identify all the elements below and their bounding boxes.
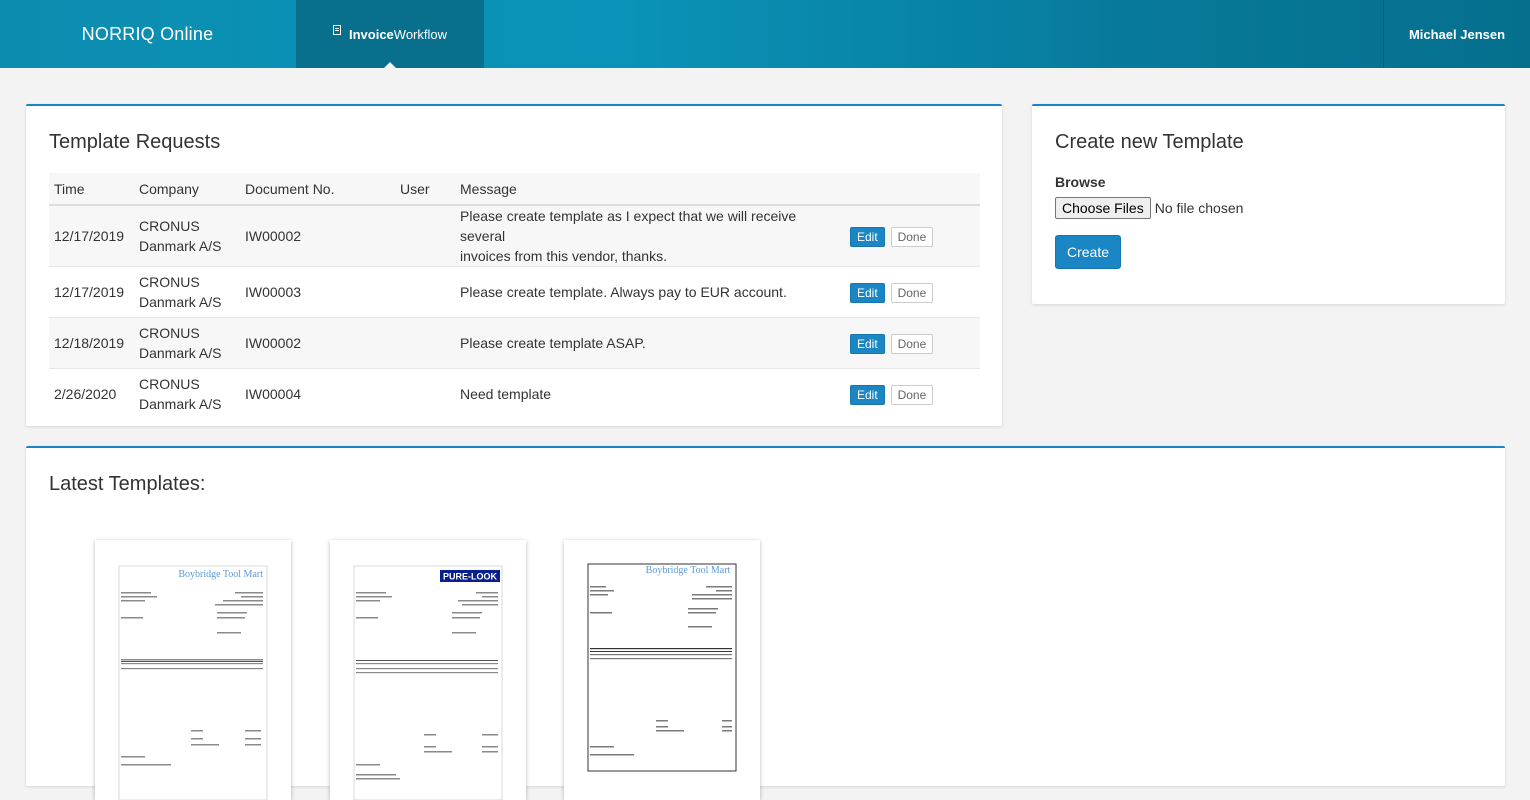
edit-button[interactable]: Edit: [850, 282, 885, 303]
template-thumbnail[interactable]: Boybridge Tool Mart: [564, 540, 760, 800]
cell-message: Please create template ASAP.: [455, 317, 845, 369]
cell-company: CRONUS Danmark A/S: [134, 317, 240, 369]
nav-tab-invoice-workflow[interactable]: Invoice Workflow: [296, 0, 484, 68]
choose-files-button[interactable]: Choose Files: [1055, 197, 1151, 219]
cell-user: [395, 368, 455, 420]
company-line-1: CRONUS: [139, 218, 200, 234]
cell-time: 2/26/2020: [49, 368, 134, 420]
cell-time: 12/18/2019: [49, 317, 134, 369]
table-row: 12/17/2019 CRONUS Danmark A/S IW00003 Ple…: [49, 266, 980, 318]
done-button[interactable]: Done: [890, 282, 934, 303]
template-thumbnail[interactable]: Boybridge Tool Mart: [95, 540, 291, 800]
invoice-preview-image: PURE-LOOK: [353, 565, 503, 800]
message-line-2: invoices from this vendor, thanks.: [460, 248, 667, 264]
company-line-1: CRONUS: [139, 376, 200, 393]
column-header-document-no[interactable]: Document No.: [240, 173, 395, 206]
done-button[interactable]: Done: [890, 384, 934, 405]
cell-company: CRONUS Danmark A/S: [134, 266, 240, 318]
template-thumbnail[interactable]: PURE-LOOK: [330, 540, 526, 800]
vendor-name-text: Boybridge Tool Mart: [646, 565, 731, 576]
cell-time: 12/17/2019: [49, 266, 134, 318]
invoice-preview-image: Boybridge Tool Mart: [587, 563, 737, 772]
invoice-preview-image: Boybridge Tool Mart: [118, 565, 268, 800]
create-button[interactable]: Create: [1055, 235, 1121, 269]
cell-document-no: IW00004: [240, 368, 395, 420]
cell-company: CRONUS Danmark A/S: [134, 368, 240, 420]
company-line-1: CRONUS: [139, 274, 200, 290]
browse-label: Browse: [1055, 174, 1106, 190]
cell-document-no: IW00003: [240, 266, 395, 318]
user-menu[interactable]: Michael Jensen: [1383, 0, 1530, 68]
nav-tab-label-rest: Workflow: [393, 26, 447, 42]
edit-button[interactable]: Edit: [850, 333, 885, 354]
no-file-chosen-text: No file chosen: [1154, 200, 1244, 216]
column-header-message[interactable]: Message: [455, 173, 845, 206]
done-button[interactable]: Done: [890, 333, 934, 354]
latest-templates-panel: Latest Templates: Boybridge Tool Mart PU…: [26, 446, 1505, 800]
table-row: 12/18/2019 CRONUS Danmark A/S IW00002 Ple…: [49, 317, 980, 369]
cell-message: Need template: [455, 368, 845, 420]
table-row: 2/26/2020 CRONUS Danmark A/S IW00004 Need…: [49, 368, 980, 420]
create-template-panel: Create new Template Browse Choose Files …: [1032, 104, 1505, 304]
panel-title: Latest Templates:: [49, 473, 206, 495]
cell-time: 12/17/2019: [49, 205, 134, 267]
cell-actions: Edit Done: [845, 368, 980, 420]
cell-company: CRONUS Danmark A/S: [134, 205, 240, 267]
column-header-time[interactable]: Time: [49, 173, 134, 206]
active-tab-caret-icon: [384, 62, 396, 68]
cell-actions: Edit Done: [845, 266, 980, 318]
table-header-row: Time Company Document No. User Message: [49, 173, 980, 206]
column-header-company[interactable]: Company: [134, 173, 240, 206]
requests-table: Time Company Document No. User Message 1…: [49, 173, 980, 420]
company-line-2: Danmark A/S: [139, 345, 222, 361]
panel-title: Template Requests: [49, 131, 221, 153]
cell-document-no: IW00002: [240, 205, 395, 267]
top-bar: NORRIQ Online Invoice Workflow Michael Je…: [0, 0, 1530, 68]
nav-tab-label-bold: Invoice: [348, 26, 394, 42]
company-line-2: Danmark A/S: [139, 396, 222, 413]
column-header-actions: [845, 173, 980, 206]
cell-actions: Edit Done: [845, 317, 980, 369]
vendor-name-text: PURE-LOOK: [443, 572, 498, 582]
brand-logo[interactable]: NORRIQ Online: [0, 0, 295, 68]
template-requests-panel: Template Requests Time Company Document …: [26, 104, 1002, 426]
company-line-2: Danmark A/S: [139, 294, 222, 310]
cell-user: [395, 205, 455, 267]
vendor-name-text: Boybridge Tool Mart: [178, 569, 263, 580]
column-header-user[interactable]: User: [395, 173, 455, 206]
done-button[interactable]: Done: [890, 226, 934, 247]
company-line-1: CRONUS: [139, 325, 200, 341]
document-icon: [332, 25, 341, 35]
edit-button[interactable]: Edit: [850, 384, 885, 405]
cell-document-no: IW00002: [240, 317, 395, 369]
cell-user: [395, 317, 455, 369]
cell-message: Please create template. Always pay to EU…: [455, 266, 845, 318]
cell-user: [395, 266, 455, 318]
cell-actions: Edit Done: [845, 205, 980, 267]
company-line-2: Danmark A/S: [139, 238, 222, 254]
panel-title: Create new Template: [1055, 131, 1244, 153]
edit-button[interactable]: Edit: [850, 226, 885, 247]
message-line-1: Please create template as I expect that …: [460, 208, 797, 244]
file-input: Choose Files No file chosen: [1055, 197, 1243, 219]
cell-message: Please create template as I expect that …: [455, 205, 845, 267]
table-row: 12/17/2019 CRONUS Danmark A/S IW00002 Ple…: [49, 205, 980, 267]
